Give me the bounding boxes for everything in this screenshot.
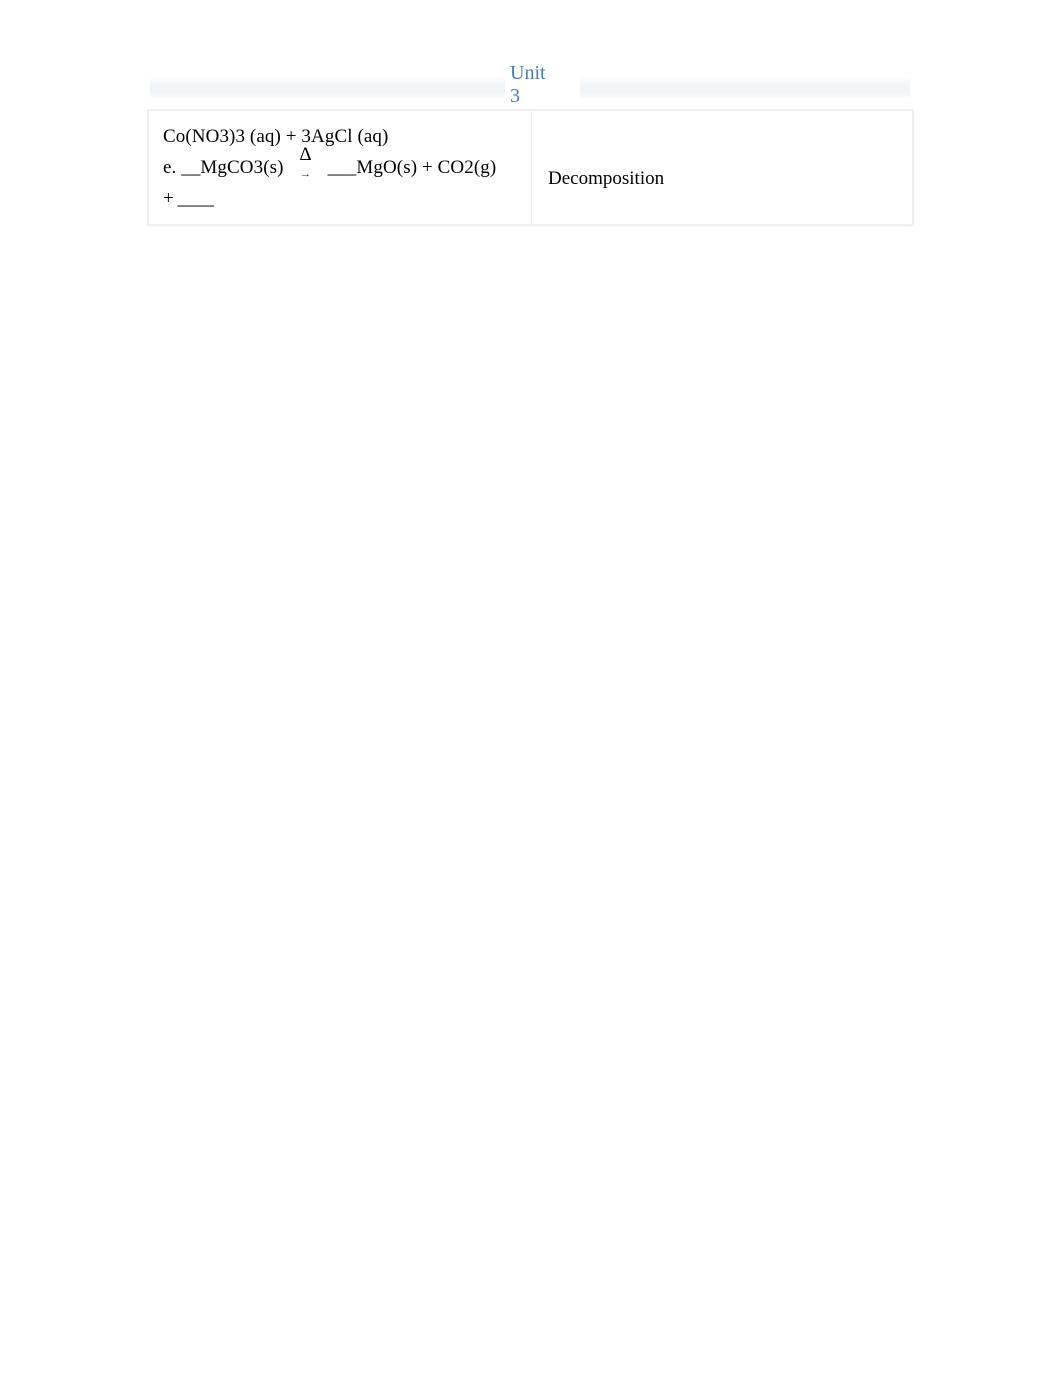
header-rule-right — [580, 78, 910, 98]
equation-line-3: + ____ — [163, 188, 214, 209]
equation-line-2: e. __MgCO3(s) Δ → ___MgO(s) + CO2(g) — [163, 145, 519, 183]
document-header: Unit 3 — [150, 62, 910, 110]
equation-line-1: Co(NO3)3 (aq) + 3AgCl (aq) — [163, 126, 389, 147]
header-rule-left — [150, 78, 505, 98]
reaction-type-label: Decomposition — [548, 168, 665, 189]
reaction-table: Co(NO3)3 (aq) + 3AgCl (aq) e. __MgCO3(s)… — [148, 110, 913, 225]
page-title: Unit 3 — [510, 62, 546, 107]
equation-cell[interactable]: Co(NO3)3 (aq) + 3AgCl (aq) e. __MgCO3(s)… — [148, 110, 532, 225]
document-page: Unit 3 Co(NO3)3 (aq) + 3AgCl (aq) e. __M… — [0, 0, 1062, 1376]
reaction-type-cell[interactable]: Decomposition — [531, 110, 913, 225]
reaction-type-cell-content: Decomposition — [532, 111, 912, 224]
table-row: Co(NO3)3 (aq) + 3AgCl (aq) e. __MgCO3(s)… — [148, 110, 913, 225]
equation-cell-content: Co(NO3)3 (aq) + 3AgCl (aq) e. __MgCO3(s)… — [149, 111, 531, 224]
delta-heat-icon: Δ — [299, 144, 312, 165]
reaction-table-wrapper: Co(NO3)3 (aq) + 3AgCl (aq) e. __MgCO3(s)… — [148, 110, 913, 225]
yields-arrow-icon: → — [300, 168, 312, 180]
equation-line-2-reactants: e. __MgCO3(s) — [163, 157, 284, 178]
equation-line-2-products: ___MgO(s) + CO2(g) — [327, 157, 497, 178]
